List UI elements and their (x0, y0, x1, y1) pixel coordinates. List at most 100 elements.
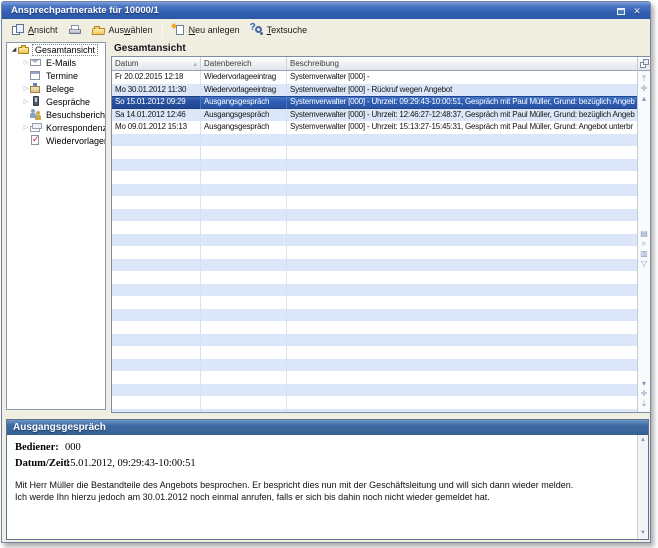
table-row[interactable]: Mo 30.01.2012 11:30WiedervorlageeintragS… (112, 84, 637, 97)
tree-expander-icon[interactable]: ▷ (22, 98, 30, 105)
sidebar-item-label: Korrespondenzen (44, 123, 106, 133)
table-row[interactable]: Sa 14.01.2012 12:46AusgangsgesprächSyste… (112, 109, 637, 122)
beschreibung-cell (287, 384, 637, 397)
sidebar-item-belege[interactable]: ▷Belege (7, 82, 105, 95)
card-view-icon[interactable]: ▥ (638, 249, 650, 259)
detail-field: Datum/Zeit:15.01.2012, 09:29:43-10:00:51 (15, 458, 648, 469)
detail-field-value: 15.01.2012, 09:29:43-10:00:51 (65, 458, 196, 469)
title-bar[interactable]: Ansprechpartnerakte für 10000/1 ✕ (2, 2, 650, 19)
row-up-icon[interactable]: ▴ (638, 94, 650, 104)
sidebar-item-wiedervorlagen[interactable]: Wiedervorlagen (7, 134, 105, 147)
sidebar-item-label: Wiedervorlagen (44, 136, 106, 146)
table-empty-row (112, 209, 637, 222)
beschreibung-cell (287, 184, 637, 197)
datenbereich-cell (201, 134, 287, 147)
beschreibung-cell (287, 296, 637, 309)
scroll-up-arrow-icon[interactable]: ▲ (638, 436, 648, 445)
datum-cell (112, 309, 201, 322)
ansicht-button[interactable]: Ansicht (6, 22, 63, 38)
datenbereich-cell (201, 146, 287, 159)
column-header-label: Beschreibung (290, 59, 339, 68)
search-icon[interactable]: ⌕ (638, 239, 650, 249)
filter-icon[interactable]: ▽ (638, 259, 650, 269)
beschreibung-cell (287, 171, 637, 184)
datenbereich-cell (201, 409, 287, 413)
table-empty-row (112, 196, 637, 209)
restore-button[interactable] (614, 5, 628, 17)
auswaehlen-button[interactable]: Auswählen (87, 22, 158, 38)
print-button[interactable] (63, 22, 87, 38)
table-empty-row (112, 396, 637, 409)
table-row[interactable]: Fr 20.02.2015 12:18WiedervorlageeintragS… (112, 71, 637, 84)
tree-expander-icon[interactable]: ▷ (22, 124, 30, 131)
beschreibung-cell (287, 321, 637, 334)
column-header-beschreibung[interactable]: Beschreibung (287, 57, 637, 70)
beschreibung-cell (287, 221, 637, 234)
beschreibung-cell (287, 396, 637, 409)
window-title: Ansprechpartnerakte für 10000/1 (11, 5, 159, 16)
sidebar-item-termine[interactable]: Termine (7, 69, 105, 82)
tree-expander-icon[interactable]: ▷ (22, 85, 30, 92)
datenbereich-cell (201, 171, 287, 184)
table-empty-row (112, 171, 637, 184)
open-folder-icon (92, 24, 106, 36)
scroll-to-bottom-icon[interactable]: ⤓ (638, 399, 650, 409)
beschreibung-cell (287, 159, 637, 172)
table-empty-row (112, 296, 637, 309)
beschreibung-cell: Systemverwalter [000] - Uhrzeit: 12:46:2… (287, 109, 637, 122)
datum-cell (112, 384, 201, 397)
datenbereich-cell (201, 384, 287, 397)
detail-fields: Bediener:000Datum/Zeit:15.01.2012, 09:29… (7, 442, 648, 469)
sidebar-item-e-mails[interactable]: ▷ E-Mails (7, 56, 105, 69)
datum-cell: So 15.01.2012 09:29 (112, 96, 201, 109)
detail-scrollbar[interactable]: ▲ ▼ (637, 435, 648, 539)
table-row[interactable]: Mo 09.01.2012 15:13AusgangsgesprächSyste… (112, 121, 637, 134)
table-empty-row (112, 346, 637, 359)
beschreibung-cell (287, 371, 637, 384)
scroll-up-icon[interactable]: ✛ (638, 84, 650, 94)
sidebar-item-gesamtansicht[interactable]: ◢Gesamtansicht (7, 43, 105, 56)
sidebar-item-label: E-Mails (44, 58, 78, 68)
beschreibung-cell (287, 196, 637, 209)
table-empty-row (112, 221, 637, 234)
table-empty-row (112, 371, 637, 384)
scroll-down-icon[interactable]: ✛ (638, 389, 650, 399)
datenbereich-cell: Wiedervorlageeintrag (201, 71, 287, 84)
detail-field-label: Datum/Zeit: (15, 458, 65, 469)
beschreibung-cell (287, 271, 637, 284)
table-row[interactable]: So 15.01.2012 09:29AusgangsgesprächSyste… (112, 96, 637, 109)
sidebar-item-besuchsberichte[interactable]: Besuchsberichte (7, 108, 105, 121)
textsuche-button[interactable]: Textsuche (245, 22, 313, 38)
table-empty-row (112, 184, 637, 197)
beschreibung-cell: Systemverwalter [000] - (287, 71, 637, 84)
column-header-datum[interactable]: Datum▴ (112, 57, 201, 70)
table-empty-row (112, 159, 637, 172)
table-empty-row (112, 134, 637, 147)
row-down-icon[interactable]: ▾ (638, 379, 650, 389)
scroll-down-arrow-icon[interactable]: ▼ (638, 529, 648, 538)
datum-cell (112, 184, 201, 197)
datenbereich-cell (201, 159, 287, 172)
column-header-label: Datenbereich (204, 59, 252, 68)
column-chooser-button[interactable] (638, 57, 650, 71)
datum-cell (112, 159, 201, 172)
column-header-datenbereich[interactable]: Datenbereich (201, 57, 287, 70)
ansicht-button-label: Ansicht (28, 25, 58, 35)
scroll-to-top-icon[interactable]: ⤒ (638, 74, 650, 84)
close-button[interactable]: ✕ (630, 5, 644, 17)
neu-anlegen-button[interactable]: Neu anlegen (167, 22, 245, 38)
grid-view-icon[interactable]: ▤ (638, 229, 650, 239)
beschreibung-cell (287, 334, 637, 347)
beschreibung-cell (287, 309, 637, 322)
datum-cell (112, 209, 201, 222)
sidebar-item-gespr-che[interactable]: ▷Gespräche (7, 95, 105, 108)
datum-cell (112, 346, 201, 359)
tree-expander-icon[interactable]: ◢ (10, 46, 18, 53)
table-empty-row (112, 334, 637, 347)
beschreibung-cell: Systemverwalter [000] - Rückruf wegen An… (287, 84, 637, 97)
sidebar-item-korrespondenzen[interactable]: ▷ Korrespondenzen (7, 121, 105, 134)
tree-expander-icon[interactable]: ▷ (22, 59, 30, 66)
table-empty-row (112, 146, 637, 159)
datum-cell: Mo 09.01.2012 15:13 (112, 121, 201, 134)
detail-field-value: 000 (65, 442, 81, 453)
